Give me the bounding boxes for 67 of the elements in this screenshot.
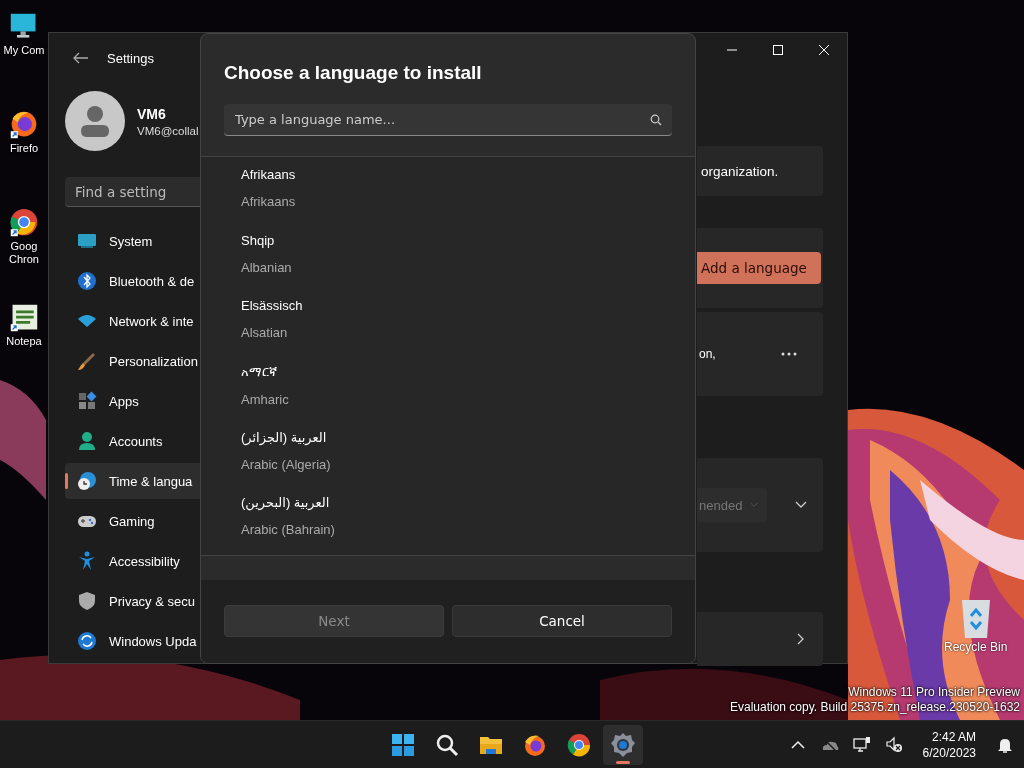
icon-label: Chron [9,253,39,266]
nav-item[interactable]: Personalization [65,343,200,379]
maximize-icon[interactable] [773,45,783,55]
update-icon [77,631,97,651]
shield-icon [77,591,97,611]
language-name[interactable]: العربية (الجزائر) [241,429,327,445]
language-name[interactable]: Afrikaans [241,167,296,182]
language-name[interactable]: አማርኛ [241,364,277,380]
chevron-right-icon [797,633,805,645]
globe-clock-icon [77,471,97,491]
dialog-title: Choose a language to install [223,61,483,84]
volume-muted-icon[interactable] [884,736,903,754]
shortcut-icon[interactable] [9,110,39,140]
language-name[interactable]: العربية (البحرين) [241,495,330,511]
apps-icon [77,391,97,411]
nav-item[interactable]: Accounts [65,423,200,459]
icon-label: Recycle Bin [944,640,1008,654]
search-field[interactable]: Find a setting [65,177,200,207]
nav-item[interactable]: Windows Upda [65,623,200,659]
user-email: VM6@collal [137,124,199,137]
language-english-name: Arabic (Algeria) [241,456,331,472]
shortcut-icon[interactable] [9,208,39,238]
windows-logo-icon[interactable] [390,732,416,758]
more-icon[interactable] [781,352,797,356]
accessibility-icon [77,551,97,571]
nav-item[interactable]: Network & inte [65,303,200,339]
dialog-button[interactable]: Cancel [452,605,672,637]
search-icon [650,114,662,126]
notification-bell-icon[interactable] [996,736,1014,754]
window-title: Settings [107,50,154,66]
add-language-button[interactable]: Add a language [697,252,821,284]
language-search-field[interactable]: Type a language name... [224,104,672,136]
back-arrow-icon[interactable] [73,52,89,64]
language-english-name: Albanian [241,259,292,275]
gear-icon[interactable] [610,732,636,758]
language-name[interactable]: Elsässisch [241,298,303,314]
language-name[interactable]: Shqip [241,232,275,248]
icon-label: My Com [3,44,45,57]
nav-item[interactable]: Gaming [65,503,200,539]
bluetooth-icon [77,271,97,291]
brush-icon [77,351,97,371]
avatar-icon [65,91,125,151]
language-text: on, [699,347,716,361]
nav-item[interactable]: Privacy & secu [65,583,200,619]
language-english-name: Arabic (Bahrain) [241,522,335,538]
clock-date[interactable]: 6/20/2023 [922,745,976,761]
icon-label: Notepa [6,335,42,348]
chevron-down-icon[interactable] [795,501,807,509]
language-english-name: Afrikaans [241,194,296,209]
browser-icon[interactable] [566,732,592,758]
icon-label: Firefo [9,142,39,155]
monitor-icon [77,231,97,251]
nav-item[interactable]: Time & langua [65,463,200,499]
user-name: VM6 [137,105,167,122]
nav-item[interactable]: Accessibility [65,543,200,579]
nav-item[interactable]: System [65,223,200,259]
search-icon[interactable] [434,732,460,758]
nav-item[interactable]: Apps [65,383,200,419]
icon-label: Goog [10,240,38,253]
language-english-name: Amharic [241,392,289,407]
person-icon [77,431,97,451]
clock-time[interactable]: 2:42 AM [931,729,976,745]
nav-item[interactable]: Bluetooth & de [65,263,200,299]
network-icon[interactable] [852,736,871,754]
info-text: organization. [701,163,779,179]
language-english-name: Alsatian [241,325,288,341]
close-icon[interactable] [819,45,829,55]
